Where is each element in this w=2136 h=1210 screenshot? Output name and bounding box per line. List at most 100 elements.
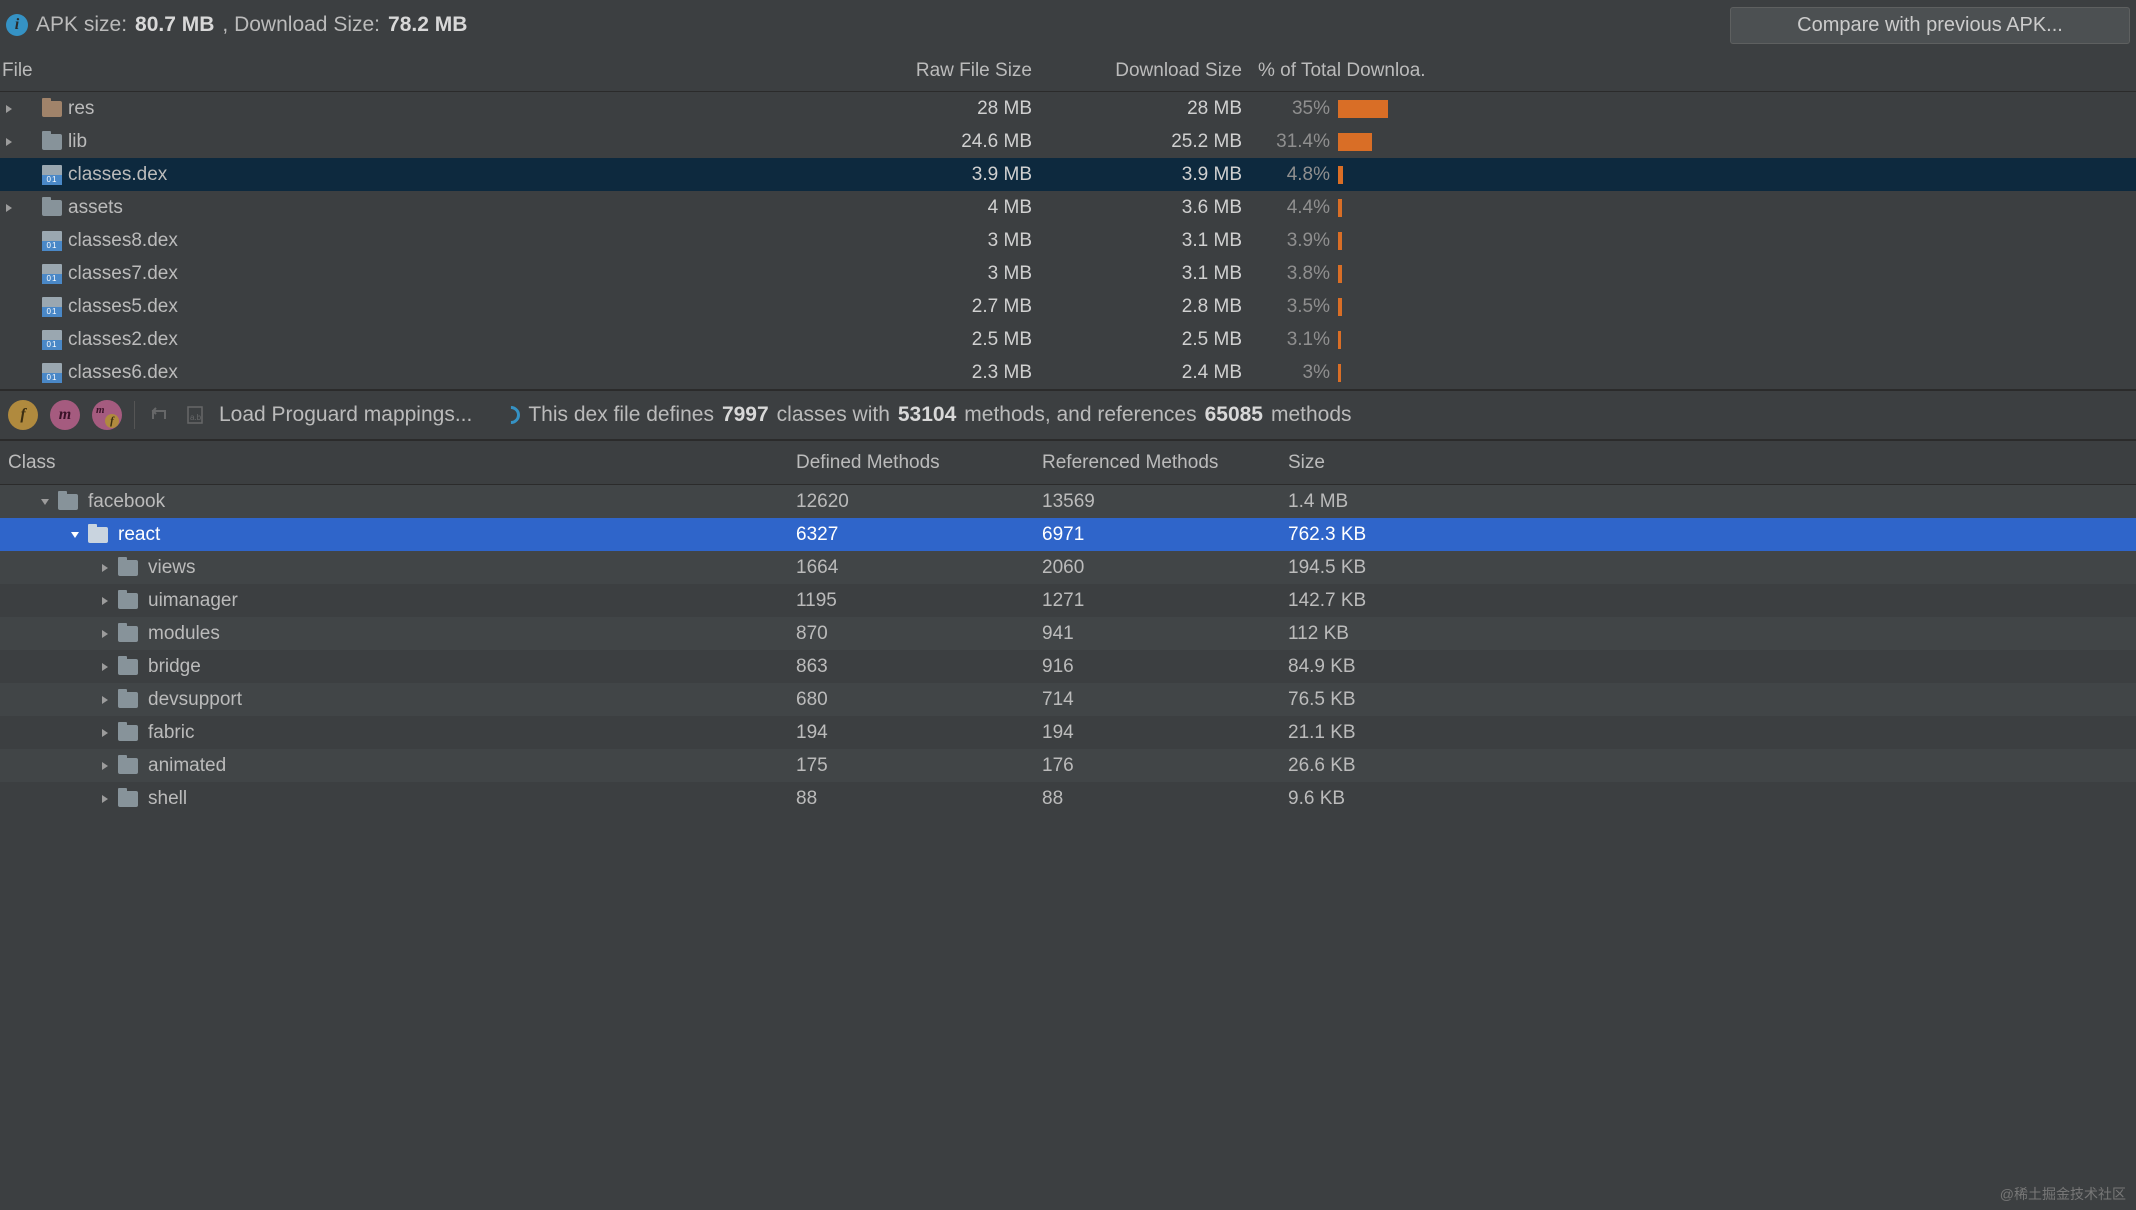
column-defined[interactable]: Defined Methods	[788, 452, 1034, 474]
file-name: classes.dex	[68, 164, 167, 186]
package-icon	[118, 692, 138, 708]
class-referenced: 714	[1034, 689, 1280, 711]
expand-icon[interactable]	[2, 135, 16, 149]
svg-text:a.b: a.b	[190, 413, 202, 422]
column-class[interactable]: Class	[0, 452, 788, 474]
class-name: react	[118, 524, 160, 546]
apk-size-label: APK size:	[36, 13, 127, 37]
class-row[interactable]: fabric19419421.1 KB	[0, 716, 2136, 749]
file-bar	[1338, 100, 1426, 118]
class-table-header: Class Defined Methods Referenced Methods…	[0, 441, 2136, 485]
class-referenced: 2060	[1034, 557, 1280, 579]
class-name: facebook	[88, 491, 165, 513]
class-size: 762.3 KB	[1280, 524, 2136, 546]
dex-icon	[42, 330, 62, 350]
dex-icon	[42, 363, 62, 383]
apk-size-info: i APK size: 80.7 MB , Download Size: 78.…	[6, 13, 467, 37]
file-pct: 3.5%	[1250, 296, 1338, 318]
file-pct: 4.4%	[1250, 197, 1338, 219]
collapse-icon[interactable]	[38, 495, 52, 509]
file-row[interactable]: classes7.dex3 MB3.1 MB3.8%	[0, 257, 2136, 290]
class-size: 9.6 KB	[1280, 788, 2136, 810]
package-icon	[58, 494, 78, 510]
class-row[interactable]: bridge86391684.9 KB	[0, 650, 2136, 683]
file-bar	[1338, 364, 1426, 382]
class-row[interactable]: shell88889.6 KB	[0, 782, 2136, 815]
file-row[interactable]: assets4 MB3.6 MB4.4%	[0, 191, 2136, 224]
class-defined: 870	[788, 623, 1034, 645]
file-row[interactable]: classes6.dex2.3 MB2.4 MB3%	[0, 356, 2136, 389]
collapse-icon[interactable]	[68, 528, 82, 542]
class-row[interactable]: facebook12620135691.4 MB	[0, 485, 2136, 518]
class-defined: 88	[788, 788, 1034, 810]
class-referenced: 194	[1034, 722, 1280, 744]
file-dl: 3.1 MB	[1040, 230, 1250, 252]
package-icon	[118, 791, 138, 807]
file-row[interactable]: classes5.dex2.7 MB2.8 MB3.5%	[0, 290, 2136, 323]
file-pct: 31.4%	[1250, 131, 1338, 153]
res-icon	[42, 101, 62, 117]
expand-icon[interactable]	[98, 660, 112, 674]
file-pct: 3.1%	[1250, 329, 1338, 351]
file-row[interactable]: classes8.dex3 MB3.1 MB3.9%	[0, 224, 2136, 257]
class-row[interactable]: devsupport68071476.5 KB	[0, 683, 2136, 716]
expand-icon[interactable]	[98, 726, 112, 740]
file-row[interactable]: classes2.dex2.5 MB2.5 MB3.1%	[0, 323, 2136, 356]
ab-file-icon[interactable]: a.b	[183, 403, 207, 427]
expand-icon[interactable]	[2, 201, 16, 215]
file-raw: 24.6 MB	[826, 131, 1040, 153]
file-raw: 3 MB	[826, 230, 1040, 252]
file-name: classes5.dex	[68, 296, 178, 318]
file-name: classes8.dex	[68, 230, 178, 252]
class-row[interactable]: react63276971762.3 KB	[0, 518, 2136, 551]
expand-icon[interactable]	[98, 693, 112, 707]
nav-up-icon[interactable]	[147, 403, 171, 427]
file-row[interactable]: classes.dex3.9 MB3.9 MB4.8%	[0, 158, 2136, 191]
file-dl: 3.9 MB	[1040, 164, 1250, 186]
file-raw: 4 MB	[826, 197, 1040, 219]
file-bar	[1338, 232, 1426, 250]
class-name: shell	[148, 788, 187, 810]
file-table-body: res28 MB28 MB35%lib24.6 MB25.2 MB31.4%cl…	[0, 92, 2136, 389]
expand-icon[interactable]	[98, 594, 112, 608]
class-referenced: 176	[1034, 755, 1280, 777]
column-download-size[interactable]: Download Size	[1040, 60, 1250, 82]
show-methods-fields-button[interactable]: mf	[92, 400, 122, 430]
dex-icon	[42, 165, 62, 185]
watermark: @稀土掘金技术社区	[2000, 1184, 2126, 1204]
column-pct-download[interactable]: % of Total Downloa..	[1250, 60, 1426, 82]
expand-icon[interactable]	[98, 627, 112, 641]
column-raw-size[interactable]: Raw File Size	[826, 60, 1040, 82]
class-referenced: 1271	[1034, 590, 1280, 612]
compare-apk-button[interactable]: Compare with previous APK...	[1730, 7, 2130, 44]
column-referenced[interactable]: Referenced Methods	[1034, 452, 1280, 474]
file-raw: 28 MB	[826, 98, 1040, 120]
folder-icon	[42, 134, 62, 150]
file-row[interactable]: res28 MB28 MB35%	[0, 92, 2136, 125]
expand-icon[interactable]	[98, 561, 112, 575]
class-defined: 1664	[788, 557, 1034, 579]
file-table-header: File Raw File Size Download Size % of To…	[0, 50, 2136, 92]
file-bar	[1338, 298, 1426, 316]
class-referenced: 941	[1034, 623, 1280, 645]
column-file[interactable]: File	[0, 60, 826, 82]
show-methods-button[interactable]: m	[50, 400, 80, 430]
class-row[interactable]: modules870941112 KB	[0, 617, 2136, 650]
column-size[interactable]: Size	[1280, 452, 2136, 474]
expand-icon[interactable]	[2, 102, 16, 116]
file-row[interactable]: lib24.6 MB25.2 MB31.4%	[0, 125, 2136, 158]
load-proguard-link[interactable]: Load Proguard mappings...	[219, 403, 472, 427]
file-pct: 4.8%	[1250, 164, 1338, 186]
expand-icon[interactable]	[98, 792, 112, 806]
class-table-body: facebook12620135691.4 MBreact63276971762…	[0, 485, 2136, 815]
file-name: res	[68, 98, 94, 120]
dex-toolbar: f m mf a.b Load Proguard mappings... Thi…	[0, 389, 2136, 441]
class-row[interactable]: animated17517626.6 KB	[0, 749, 2136, 782]
file-dl: 3.6 MB	[1040, 197, 1250, 219]
class-row[interactable]: views16642060194.5 KB	[0, 551, 2136, 584]
class-referenced: 916	[1034, 656, 1280, 678]
class-row[interactable]: uimanager11951271142.7 KB	[0, 584, 2136, 617]
expand-icon[interactable]	[98, 759, 112, 773]
show-fields-button[interactable]: f	[8, 400, 38, 430]
file-bar	[1338, 133, 1426, 151]
